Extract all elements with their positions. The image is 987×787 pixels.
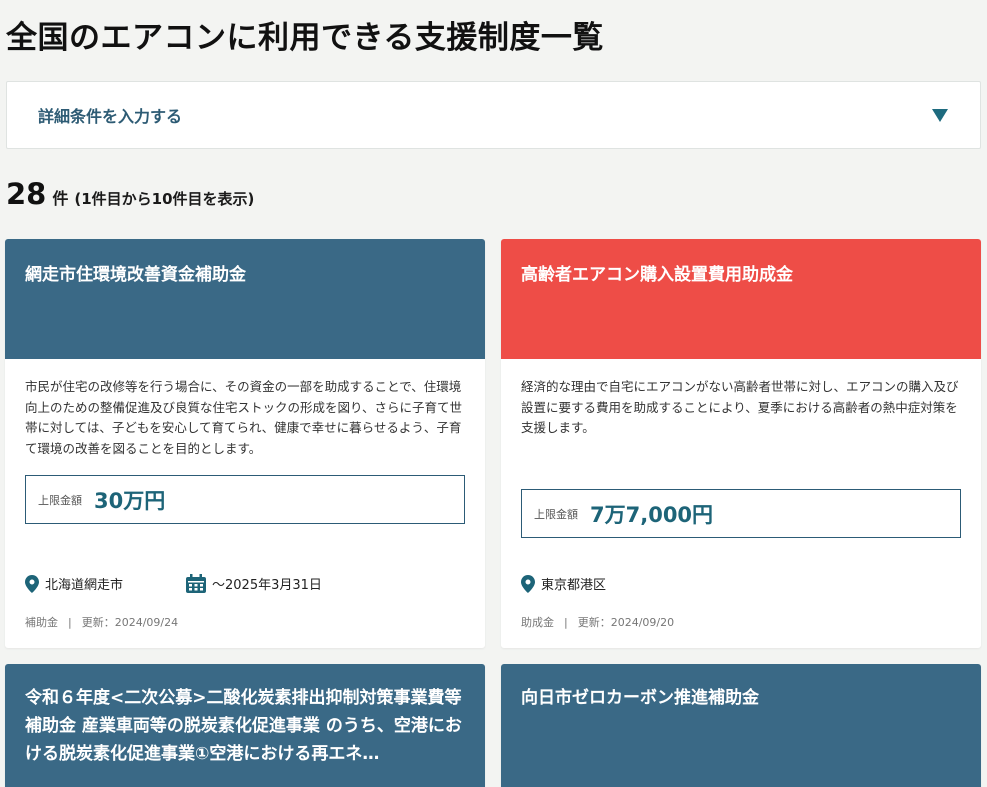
footer-separator: | (68, 616, 72, 629)
subsidy-type: 助成金 (521, 616, 554, 629)
card-header: 網走市住環境改善資金補助金 (5, 239, 485, 359)
subsidy-type: 補助金 (25, 616, 58, 629)
card-body: 市民が住宅の改修等を行う場合に、その資金の一部を助成することで、住環境向上のため… (5, 359, 485, 648)
subsidy-card[interactable]: 網走市住環境改善資金補助金 市民が住宅の改修等を行う場合に、その資金の一部を助成… (5, 239, 485, 648)
subsidy-card[interactable]: 高齢者エアコン購入設置費用助成金 経済的な理由で自宅にエアコンがない高齢者世帯に… (501, 239, 981, 648)
card-body: 経済的な理由で自宅にエアコンがない高齢者世帯に対し、エアコンの購入及び設置に要す… (501, 359, 981, 648)
map-pin-icon (25, 574, 39, 593)
limit-amount-box: 上限金額 30万円 (25, 475, 465, 524)
limit-label: 上限金額 (534, 507, 578, 521)
card-meta: 東京都港区 (521, 574, 606, 593)
subsidy-card[interactable]: 向日市ゼロカーボン推進補助金 (501, 664, 981, 787)
deadline-text: ～2025年3月31日 (212, 578, 322, 593)
location-meta: 北海道網走市 (25, 574, 123, 593)
limit-value: 7万7,000円 (590, 502, 714, 527)
card-header: 高齢者エアコン購入設置費用助成金 (501, 239, 981, 359)
location-text: 北海道網走市 (45, 578, 124, 593)
result-range: (1件目から10件目を表示) (74, 190, 255, 208)
card-description: 市民が住宅の改修等を行う場合に、その資金の一部を助成することで、住環境向上のため… (25, 379, 463, 456)
card-description: 経済的な理由で自宅にエアコンがない高齢者世帯に対し、エアコンの購入及び設置に要す… (521, 379, 959, 435)
page-title: 全国のエアコンに利用できる支援制度一覧 (6, 20, 604, 56)
footer-separator: | (564, 616, 568, 629)
location-text: 東京都港区 (541, 578, 607, 593)
calendar-icon (186, 574, 207, 593)
card-header: 向日市ゼロカーボン推進補助金 (501, 664, 981, 787)
filter-label: 詳細条件を入力する (38, 107, 183, 126)
limit-value: 30万円 (94, 488, 166, 513)
result-count-unit: 件 (52, 189, 69, 208)
result-count-number: 28 (6, 177, 47, 211)
card-footer: 補助金 | 更新：2024/09/24 (25, 614, 178, 630)
caret-down-icon[interactable] (932, 108, 948, 122)
limit-amount-box: 上限金額 7万7,000円 (521, 489, 961, 538)
card-title[interactable]: 網走市住環境改善資金補助金 (25, 261, 465, 289)
card-title[interactable]: 向日市ゼロカーボン推進補助金 (521, 684, 961, 712)
card-header: 令和６年度<二次公募>二酸化炭素排出抑制対策事業費等補助金 産業車両等の脱炭素化… (5, 664, 485, 787)
location-meta: 東京都港区 (521, 574, 606, 593)
deadline-meta: ～2025年3月31日 (186, 574, 322, 593)
subsidy-card[interactable]: 令和６年度<二次公募>二酸化炭素排出抑制対策事業費等補助金 産業車両等の脱炭素化… (5, 664, 485, 787)
map-pin-icon (521, 574, 535, 593)
card-title[interactable]: 令和６年度<二次公募>二酸化炭素排出抑制対策事業費等補助金 産業車両等の脱炭素化… (25, 684, 465, 768)
card-title[interactable]: 高齢者エアコン購入設置費用助成金 (521, 261, 961, 289)
result-count: 28 件 (1件目から10件目を表示) (6, 177, 254, 211)
card-meta: 北海道網走市 ～2025年3月31日 (25, 574, 322, 593)
updated-date: 更新：2024/09/20 (577, 616, 675, 629)
updated-date: 更新：2024/09/24 (81, 616, 179, 629)
card-footer: 助成金 | 更新：2024/09/20 (521, 614, 674, 630)
filter-toggle[interactable]: 詳細条件を入力する (6, 81, 981, 149)
limit-label: 上限金額 (38, 493, 82, 507)
